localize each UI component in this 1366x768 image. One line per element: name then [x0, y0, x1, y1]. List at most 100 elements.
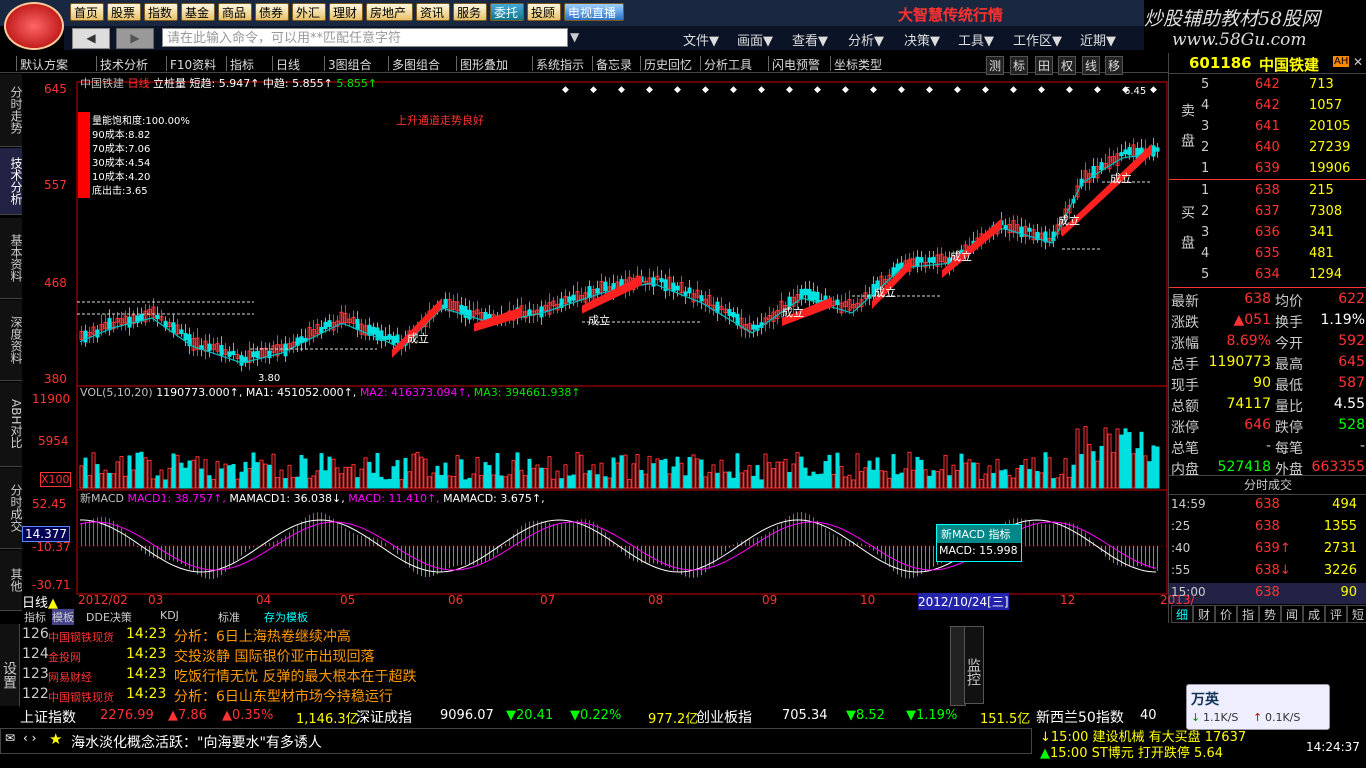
indicator-tab-0[interactable]: 指标 [24, 609, 46, 625]
right-tab-0[interactable]: 细 [1171, 605, 1193, 623]
volume-bar [435, 465, 440, 489]
toolbar-13[interactable]: 坐标类型 [834, 56, 882, 73]
quote-row: 总额 74117 量比 4.55 [1169, 394, 1366, 415]
nav-10[interactable]: 服务 [453, 3, 487, 21]
volume-bar [107, 472, 112, 489]
nav-6[interactable]: 外汇 [292, 3, 326, 21]
menu-5[interactable]: 工具▼ [958, 30, 994, 49]
volume-bar [955, 469, 960, 489]
left-tab-4[interactable]: ABH对比 [0, 382, 23, 467]
tool-1[interactable]: 标 [1010, 56, 1029, 75]
index-name[interactable]: 上证指数 [20, 707, 76, 727]
left-tab-3[interactable]: 深度资料 [0, 300, 23, 381]
news-item[interactable]: 123 网易财经 14:23 吃饭行情无忧 反弹的最大根本在于超跌 [22, 666, 972, 686]
nav-1[interactable]: 股票 [107, 3, 141, 21]
volume-bar [699, 459, 704, 489]
left-tab-5[interactable]: 分时成交 [0, 468, 23, 549]
toolbar-5[interactable]: 3图组合 [328, 56, 372, 73]
nav-3[interactable]: 基金 [181, 3, 215, 21]
menu-4[interactable]: 决策▼ [904, 30, 940, 49]
right-tab-1[interactable]: 财 [1193, 605, 1215, 623]
indicator-tab-1[interactable]: 模板 [52, 609, 74, 625]
menu-2[interactable]: 查看▼ [792, 30, 828, 49]
left-tab-0[interactable]: 分时走势 [0, 74, 23, 147]
toolbar-8[interactable]: 系统指示 [536, 56, 584, 73]
tool-3[interactable]: 权 [1058, 56, 1077, 75]
toolbar-11[interactable]: 分析工具 [704, 56, 752, 73]
indicator-tab-3[interactable]: KDJ [160, 609, 179, 622]
right-tab-4[interactable]: 势 [1259, 605, 1281, 623]
app-logo-icon[interactable] [4, 2, 64, 50]
volume-bar [735, 453, 740, 489]
toolbar-4[interactable]: 日线 [276, 56, 300, 73]
news-settings[interactable]: 设置 [0, 624, 20, 706]
nav-8[interactable]: 房地产 [366, 3, 413, 21]
command-dropdown-icon[interactable]: ▼ [570, 30, 579, 44]
menu-1[interactable]: 画面▼ [737, 30, 773, 49]
news-item[interactable]: 126 中国钢铁现货 14:23 分析：6日上海热卷继续冲高 [22, 626, 972, 646]
nav-5[interactable]: 债券 [255, 3, 289, 21]
ime-toolbar[interactable]: 万英 ↓ 1.1K/S ↑ 0.1K/S [1186, 684, 1330, 730]
toolbar-1[interactable]: 技术分析 [100, 56, 148, 73]
macd-tooltip: 新MACD 指标 MACD: 15.998 [936, 524, 1022, 562]
mail-icon[interactable]: ✉ [5, 731, 15, 745]
tool-4[interactable]: 线 [1082, 56, 1101, 75]
menu-7[interactable]: 近期▼ [1080, 30, 1116, 49]
star-icon[interactable]: ★ [49, 730, 62, 748]
ah-badge[interactable]: AH [1333, 56, 1350, 67]
forward-button[interactable]: ▶ [116, 28, 154, 49]
alert-2[interactable]: ▲15:00 ST博元 打开跌停 5.64 [1040, 742, 1223, 761]
command-input[interactable]: 请在此输入命令，可以用**匹配任意字符 [162, 28, 568, 47]
news-item[interactable]: 124 金投网 14:23 交投淡静 国际银价亚市出现回落 [22, 646, 972, 666]
right-tab-5[interactable]: 闻 [1281, 605, 1303, 623]
toolbar-0[interactable]: 默认方案 [20, 56, 68, 73]
volume-bar [403, 457, 408, 489]
right-tab-2[interactable]: 价 [1215, 605, 1237, 623]
nav-4[interactable]: 商品 [218, 3, 252, 21]
indicator-tab-5[interactable]: 存为模板 [264, 609, 308, 625]
toolbar-9[interactable]: 备忘录 [596, 56, 632, 73]
nav-11[interactable]: 委托 [490, 3, 524, 21]
right-tab-3[interactable]: 指 [1237, 605, 1259, 623]
indicator-tab-4[interactable]: 标准 [218, 609, 240, 625]
menu-0[interactable]: 文件▼ [683, 30, 719, 49]
menu-6[interactable]: 工作区▼ [1013, 30, 1062, 49]
nav-9[interactable]: 资讯 [416, 3, 450, 21]
left-tab-1[interactable]: 技术分析 [0, 148, 23, 215]
volume-bar [475, 457, 480, 489]
toolbar-3[interactable]: 指标 [230, 56, 254, 73]
toolbar-7[interactable]: 图形叠加 [460, 56, 508, 73]
nav-arrows-icon[interactable]: ‹ › [23, 731, 36, 745]
news-item[interactable]: 122 中国钢铁现货 14:23 分析：6日山东型材市场今持稳运行 [22, 686, 972, 706]
close-icon[interactable]: ✕ [1353, 55, 1363, 69]
nav-0[interactable]: 首页 [70, 3, 104, 21]
menu-3[interactable]: 分析▼ [848, 30, 884, 49]
volume-bar [239, 471, 244, 489]
toolbar-6[interactable]: 多图组合 [392, 56, 440, 73]
tool-5[interactable]: 移 [1105, 56, 1124, 75]
nav-12[interactable]: 投顾 [527, 3, 561, 21]
nav-7[interactable]: 理财 [329, 3, 363, 21]
left-tab-2[interactable]: 基本资料 [0, 218, 23, 299]
index-name[interactable]: 深证成指 [356, 707, 412, 727]
ime-lang[interactable]: 万英 [1191, 689, 1219, 709]
toolbar-10[interactable]: 历史回忆 [644, 56, 692, 73]
right-tab-6[interactable]: 成 [1303, 605, 1325, 623]
marquee-text[interactable]: 海水淡化概念活跃："向海要水"有多诱人 [71, 732, 322, 752]
index-name[interactable]: 创业板指 [696, 707, 752, 727]
left-tab-6[interactable]: 其他 [0, 550, 23, 611]
monitor-tab[interactable]: 监控 [964, 626, 984, 704]
nav-13[interactable]: 电视直播 [564, 3, 624, 21]
indicator-tab-2[interactable]: DDE决策 [86, 609, 132, 625]
toolbar-2[interactable]: F10资料 [170, 56, 216, 73]
right-tab-7[interactable]: 评 [1325, 605, 1347, 623]
tool-2[interactable]: 田 [1035, 56, 1054, 75]
index-name[interactable]: 新西兰50指数 [1036, 707, 1124, 727]
right-tab-8[interactable]: 短 [1347, 605, 1366, 623]
volume-bar [351, 464, 356, 489]
tool-0[interactable]: 测 [986, 56, 1005, 75]
nav-2[interactable]: 指数 [144, 3, 178, 21]
back-button[interactable]: ◀ [72, 28, 110, 49]
candle-body [659, 278, 664, 283]
toolbar-12[interactable]: 闪电预警 [772, 56, 820, 73]
